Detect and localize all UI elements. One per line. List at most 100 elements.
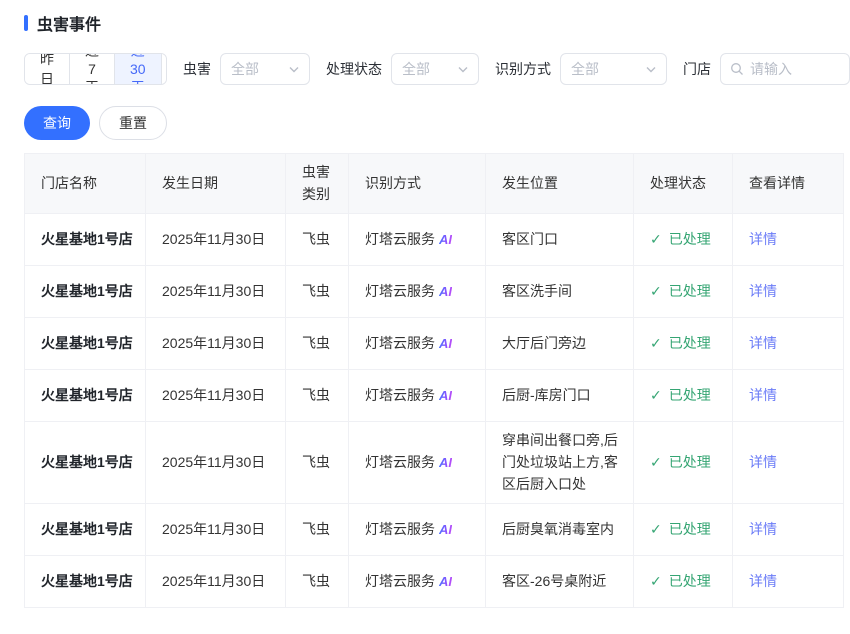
- detail-cell: 详情: [733, 214, 844, 266]
- method-cell: 灯塔云服务 AI: [349, 556, 486, 608]
- status-badge: ✓已处理: [650, 573, 711, 589]
- location-cell: 客区-26号桌附近: [486, 556, 634, 608]
- search-icon: [730, 62, 744, 76]
- location-cell: 客区洗手间: [486, 266, 634, 318]
- store-name-cell: 火星基地1号店: [25, 556, 146, 608]
- table-row: 火星基地1号店2025年11月30日飞虫灯塔云服务 AI 客区-26号桌附近 ✓已处理…: [25, 556, 844, 608]
- status-cell: ✓已处理: [634, 370, 733, 422]
- date-range-segmented-control: 昨日 近7天 近30天: [24, 53, 167, 85]
- incidents-table: 门店名称 发生日期 虫害类别 识别方式 发生位置 处理状态 查看详情 火星基地1…: [24, 153, 844, 608]
- page-title-text: 虫害事件: [37, 11, 101, 35]
- ai-badge: AI: [439, 336, 452, 351]
- method-text: 灯塔云服务: [365, 454, 435, 470]
- method-cell: 灯塔云服务AI: [349, 504, 486, 556]
- category-cell: 飞虫: [286, 556, 349, 608]
- category-cell: 飞虫: [286, 422, 349, 504]
- method-text: 灯塔云服务: [365, 335, 435, 351]
- ai-badge: AI: [439, 232, 452, 247]
- method-cell: 灯塔云服务 AI: [349, 318, 486, 370]
- page-title: 虫害事件: [24, 14, 850, 32]
- method-filter-select[interactable]: 全部: [560, 53, 667, 85]
- detail-link[interactable]: 详情: [749, 454, 777, 470]
- method-text: 灯塔云服务: [365, 521, 435, 537]
- query-button[interactable]: 查询: [24, 106, 90, 140]
- detail-cell: 详情: [733, 370, 844, 422]
- detail-link[interactable]: 详情: [749, 231, 777, 247]
- store-name-cell: 火星基地1号店: [25, 318, 146, 370]
- method-text: 灯塔云服务: [365, 573, 435, 589]
- method-cell: 灯塔云服务 AI: [349, 422, 486, 504]
- pest-filter-value: 全部: [231, 59, 259, 79]
- chevron-down-icon: [289, 66, 299, 73]
- ai-badge: AI: [439, 455, 452, 470]
- status-cell: ✓已处理: [634, 266, 733, 318]
- col-header-date: 发生日期: [146, 154, 286, 214]
- category-cell: 飞虫: [286, 318, 349, 370]
- date-range-30days-button[interactable]: 近30天: [115, 54, 162, 84]
- table-body: 火星基地1号店2025年11月30日飞虫灯塔云服务AI客区门口✓已处理详情火星基…: [25, 214, 844, 608]
- table-row: 火星基地1号店2025年11月30日飞虫灯塔云服务AI客区洗手间✓已处理详情: [25, 266, 844, 318]
- col-header-location: 发生位置: [486, 154, 634, 214]
- status-badge: ✓已处理: [650, 283, 711, 299]
- detail-link[interactable]: 详情: [749, 387, 777, 403]
- date-cell: 2025年11月30日: [146, 422, 286, 504]
- table-row: 火星基地1号店2025年11月30日飞虫灯塔云服务AI后厨-库房门口✓已处理详情: [25, 370, 844, 422]
- table-row: 火星基地1号店2025年11月30日飞虫灯塔云服务AI穿串间出餐口旁,后门处垃圾…: [25, 422, 844, 504]
- location-cell: 后厨-库房门口: [486, 370, 634, 422]
- status-badge: ✓已处理: [650, 387, 711, 403]
- date-cell: 2025年11月30日: [146, 318, 286, 370]
- check-icon: ✓: [650, 521, 662, 537]
- status-cell: ✓已处理: [634, 422, 733, 504]
- pest-incidents-page: 虫害事件 昨日 近7天 近30天 虫害 全部: [0, 0, 850, 608]
- status-filter-label: 处理状态: [326, 59, 382, 79]
- date-range-yesterday-button[interactable]: 昨日: [25, 54, 70, 84]
- store-name-cell: 火星基地1号店: [25, 214, 146, 266]
- status-cell: ✓已处理: [634, 504, 733, 556]
- date-range-7days-button[interactable]: 近7天: [70, 54, 115, 84]
- status-cell: ✓已处理: [634, 214, 733, 266]
- method-filter: 识别方式 全部: [495, 53, 667, 85]
- method-cell: 灯塔云服务 AI: [349, 214, 486, 266]
- chevron-down-icon: [458, 66, 468, 73]
- check-icon: ✓: [650, 387, 662, 403]
- method-text: 灯塔云服务: [365, 231, 435, 247]
- store-search-input[interactable]: [750, 61, 840, 77]
- title-accent-bar: [24, 15, 28, 31]
- ai-badge: AI: [439, 574, 452, 589]
- reset-button[interactable]: 重置: [99, 106, 167, 140]
- date-cell: 2025年11月30日: [146, 556, 286, 608]
- detail-link[interactable]: 详情: [749, 573, 777, 589]
- col-header-store-name: 门店名称: [25, 154, 146, 214]
- category-cell: 飞虫: [286, 214, 349, 266]
- check-icon: ✓: [650, 231, 662, 247]
- location-cell: 穿串间出餐口旁,后门处垃圾站上方,客区后厨入口处: [486, 422, 634, 504]
- date-cell: 2025年11月30日: [146, 504, 286, 556]
- method-text: 灯塔云服务: [365, 387, 435, 403]
- status-filter-select[interactable]: 全部: [391, 53, 479, 85]
- status-badge: ✓已处理: [650, 335, 711, 351]
- store-search-box: [720, 53, 850, 85]
- detail-link[interactable]: 详情: [749, 283, 777, 299]
- location-cell: 后厨臭氧消毒室内: [486, 504, 634, 556]
- pest-filter-label: 虫害: [183, 59, 211, 79]
- category-cell: 飞虫: [286, 504, 349, 556]
- check-icon: ✓: [650, 454, 662, 470]
- detail-link[interactable]: 详情: [749, 335, 777, 351]
- store-filter: 门店: [683, 53, 850, 85]
- check-icon: ✓: [650, 573, 662, 589]
- col-header-status: 处理状态: [634, 154, 733, 214]
- detail-link[interactable]: 详情: [749, 521, 777, 537]
- status-cell: ✓已处理: [634, 556, 733, 608]
- chevron-down-icon: [646, 66, 656, 73]
- category-cell: 飞虫: [286, 266, 349, 318]
- date-cell: 2025年11月30日: [146, 214, 286, 266]
- detail-cell: 详情: [733, 318, 844, 370]
- date-cell: 2025年11月30日: [146, 266, 286, 318]
- col-header-detail: 查看详情: [733, 154, 844, 214]
- location-cell: 大厅后门旁边: [486, 318, 634, 370]
- ai-badge: AI: [439, 284, 452, 299]
- pest-filter-select[interactable]: 全部: [220, 53, 310, 85]
- calendar-picker-button[interactable]: [162, 54, 167, 84]
- detail-cell: 详情: [733, 266, 844, 318]
- method-filter-value: 全部: [571, 59, 599, 79]
